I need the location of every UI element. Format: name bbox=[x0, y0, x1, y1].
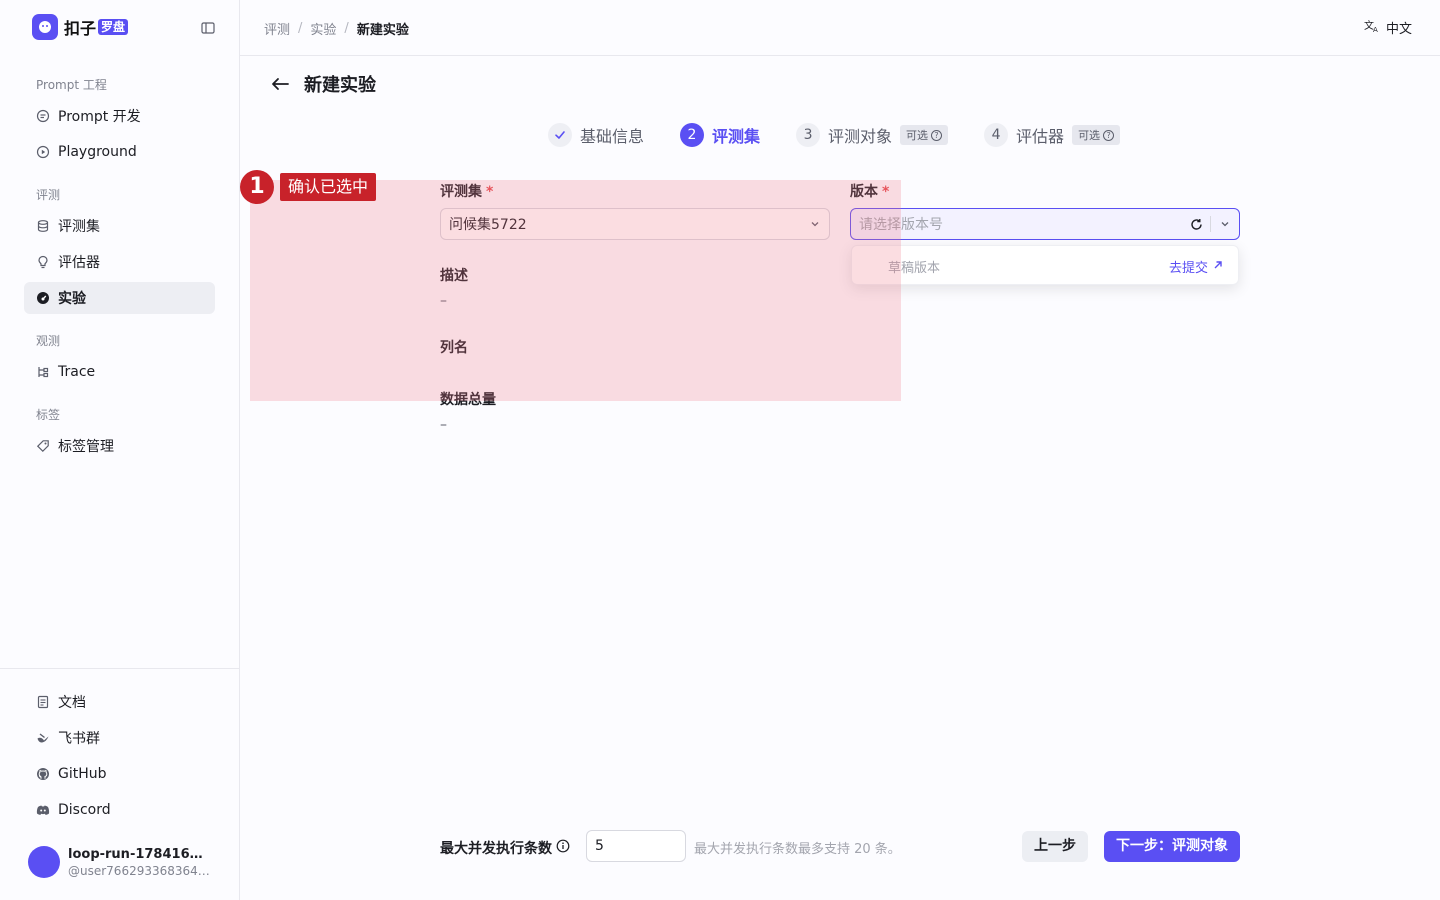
play-icon bbox=[36, 145, 50, 159]
page-header: 新建实验 bbox=[268, 70, 376, 98]
sidebar-item-github[interactable]: GitHub bbox=[24, 758, 215, 790]
group-title-tags: 标签 bbox=[36, 408, 61, 422]
sidebar-item-label: 飞书群 bbox=[58, 731, 100, 747]
tag-icon bbox=[36, 439, 50, 453]
step-evaluator[interactable]: 4 评估器 可选? bbox=[984, 123, 1121, 147]
language-label: 中文 bbox=[1385, 22, 1412, 37]
trace-icon bbox=[36, 365, 50, 379]
help-icon[interactable]: ? bbox=[1103, 129, 1115, 141]
app-logo[interactable]: 扣子 罗盘 bbox=[32, 14, 129, 40]
github-icon bbox=[36, 767, 50, 781]
step-label: 基础信息 bbox=[580, 127, 645, 146]
sidebar-item-trace[interactable]: Trace bbox=[24, 356, 215, 388]
chevron-down-icon[interactable] bbox=[1211, 218, 1239, 230]
top-bar: 评测 / 实验 / 新建实验 文A 中文 bbox=[240, 0, 1440, 56]
logo-icon bbox=[32, 14, 58, 40]
footer-bar: 最大并发执行条数 最大并发执行条数最多支持 20 条。 上一步 下一步：评测对象 bbox=[440, 830, 1240, 862]
sidebar-item-label: Playground bbox=[58, 144, 137, 160]
svg-text:A: A bbox=[1373, 26, 1378, 33]
step-basic-info[interactable]: 基础信息 bbox=[548, 123, 644, 147]
step-label: 评测集 bbox=[712, 127, 761, 146]
group-title-eval: 评测 bbox=[36, 188, 61, 202]
refresh-icon[interactable] bbox=[1182, 218, 1210, 231]
bulb-icon bbox=[36, 255, 50, 269]
version-placeholder: 请选择版本号 bbox=[859, 217, 943, 233]
annotation-highlight bbox=[250, 180, 901, 401]
avatar bbox=[28, 846, 60, 878]
database-icon bbox=[36, 219, 50, 233]
optional-tag: 可选? bbox=[1072, 125, 1121, 145]
step-label: 评估器 bbox=[1016, 127, 1065, 146]
sidebar-item-datasets[interactable]: 评测集 bbox=[24, 210, 215, 242]
group-title-prompt: Prompt 工程 bbox=[36, 78, 107, 92]
stepper: 基础信息 2 评测集 3 评测对象 可选? 4 评估器 可选? bbox=[548, 123, 1156, 147]
max-concurrency-label: 最大并发执行条数 bbox=[440, 838, 570, 858]
sidebar-item-label: 评测集 bbox=[58, 219, 100, 235]
info-icon[interactable] bbox=[556, 839, 570, 857]
gauge-icon bbox=[36, 291, 50, 305]
step-number: 2 bbox=[680, 123, 705, 147]
sidebar-item-lark[interactable]: 飞书群 bbox=[24, 722, 215, 754]
annotation-label: 确认已选中 bbox=[280, 173, 377, 201]
sidebar-item-label: Discord bbox=[58, 802, 111, 818]
breadcrumb: 评测 / 实验 / 新建实验 bbox=[264, 19, 409, 38]
sidebar-item-playground[interactable]: Playground bbox=[24, 136, 215, 168]
external-arrow-icon bbox=[1212, 259, 1224, 275]
check-icon bbox=[548, 123, 572, 147]
sidebar-item-label: 评估器 bbox=[58, 255, 100, 271]
step-number: 3 bbox=[796, 123, 821, 147]
user-profile[interactable]: loop-run-178416577... @user7662933683648… bbox=[28, 846, 210, 878]
prompt-icon bbox=[36, 109, 50, 123]
translate-icon: 文A bbox=[1364, 19, 1380, 37]
optional-tag: 可选? bbox=[900, 125, 949, 145]
help-icon[interactable]: ? bbox=[931, 129, 943, 141]
breadcrumb-item[interactable]: 评测 bbox=[264, 19, 290, 38]
total-count-value: – bbox=[440, 417, 447, 433]
step-label: 评测对象 bbox=[828, 127, 893, 146]
discord-icon bbox=[36, 803, 50, 817]
language-switcher[interactable]: 文A 中文 bbox=[1364, 18, 1412, 38]
sidebar-item-label: GitHub bbox=[58, 766, 107, 782]
sidebar-item-discord[interactable]: Discord bbox=[24, 794, 215, 826]
previous-step-button[interactable]: 上一步 bbox=[1022, 831, 1088, 862]
sidebar-item-docs[interactable]: 文档 bbox=[24, 686, 215, 718]
sidebar-item-tag-management[interactable]: 标签管理 bbox=[24, 430, 215, 462]
version-select[interactable]: 请选择版本号 bbox=[850, 208, 1240, 240]
page-title: 新建实验 bbox=[304, 75, 376, 96]
sidebar-item-label: Prompt 开发 bbox=[58, 109, 141, 125]
breadcrumb-item[interactable]: 实验 bbox=[310, 19, 336, 38]
group-title-observe: 观测 bbox=[36, 334, 61, 348]
breadcrumb-current: 新建实验 bbox=[356, 23, 409, 38]
back-arrow-icon[interactable] bbox=[268, 70, 292, 98]
user-name: loop-run-178416577... bbox=[68, 846, 210, 862]
step-number: 4 bbox=[984, 123, 1009, 147]
doc-icon bbox=[36, 695, 50, 709]
max-concurrency-hint: 最大并发执行条数最多支持 20 条。 bbox=[694, 842, 901, 857]
max-concurrency-input[interactable] bbox=[586, 830, 686, 862]
optional-tag-label: 可选 bbox=[906, 129, 929, 142]
breadcrumb-separator: / bbox=[298, 21, 303, 36]
sidebar-divider bbox=[0, 668, 240, 669]
sidebar-item-label: Trace bbox=[58, 364, 96, 380]
step-dataset[interactable]: 2 评测集 bbox=[680, 123, 760, 147]
sidebar-collapse-icon[interactable] bbox=[200, 20, 216, 36]
sidebar-item-label: 文档 bbox=[58, 695, 86, 711]
annotation-number: 1 bbox=[240, 170, 274, 204]
sidebar-item-label: 标签管理 bbox=[58, 439, 114, 455]
logo-text: 扣子 bbox=[64, 19, 97, 38]
logo-badge: 罗盘 bbox=[98, 19, 129, 35]
breadcrumb-separator: / bbox=[344, 21, 349, 36]
optional-tag-label: 可选 bbox=[1078, 129, 1101, 142]
sidebar: 扣子 罗盘 Prompt 工程 Prompt 开发 Playground 评测 … bbox=[0, 0, 240, 900]
sidebar-item-prompt-dev[interactable]: Prompt 开发 bbox=[24, 100, 215, 132]
go-submit-link[interactable]: 去提交 bbox=[1169, 257, 1224, 276]
lark-icon bbox=[36, 731, 50, 745]
version-dropdown: 草稿版本 去提交 bbox=[851, 245, 1239, 285]
step-target[interactable]: 3 评测对象 可选? bbox=[796, 123, 949, 147]
sidebar-item-label: 实验 bbox=[58, 291, 86, 307]
next-step-button[interactable]: 下一步：评测对象 bbox=[1104, 831, 1240, 862]
user-id: @user7662933683648... bbox=[68, 863, 210, 878]
sidebar-item-experiments[interactable]: 实验 bbox=[24, 282, 215, 314]
sidebar-item-evaluators[interactable]: 评估器 bbox=[24, 246, 215, 278]
